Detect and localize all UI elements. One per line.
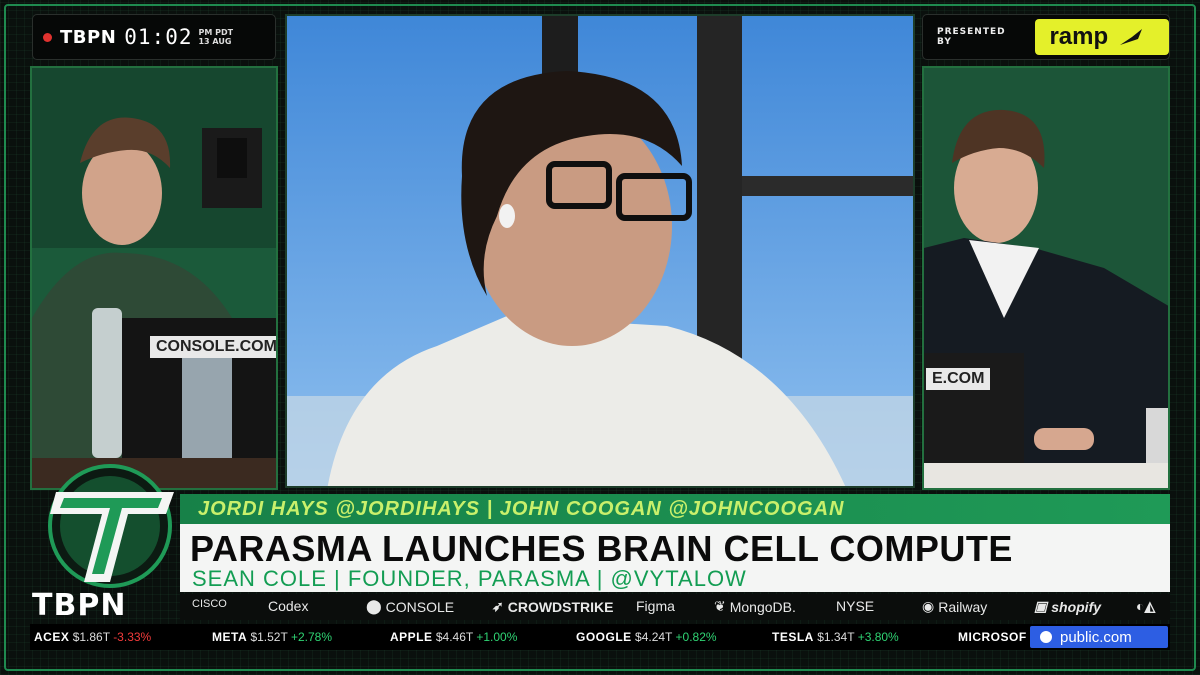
brand-small-logo: TBPN xyxy=(60,26,117,48)
sponsor-crowdstrike: ➶ CROWDSTRIKE xyxy=(492,598,614,615)
public-logo-icon xyxy=(1040,631,1052,643)
ticker-item: GOOGLE $4.24T +0.82% xyxy=(576,630,717,644)
sponsor-console: ⬤ CONSOLE xyxy=(366,598,454,615)
hosts-text: JORDI HAYS @JORDIHAYS | JOHN COOGAN @JOH… xyxy=(198,497,845,520)
console-label: CONSOLE xyxy=(385,598,455,615)
tbpn-globe-icon xyxy=(48,464,174,588)
host-right-video xyxy=(924,68,1168,488)
crowdstrike-label: CROWDSTRIKE xyxy=(507,598,614,615)
ticker-item: TESLA $1.34T +3.80% xyxy=(772,630,899,644)
sponsor-figma: Figma xyxy=(636,598,675,614)
sponsor-mongodb: ❦ MongoDB. xyxy=(714,598,796,615)
presented-by-label: PRESENTED BY xyxy=(937,27,1006,47)
clock-date: 13 AUG xyxy=(198,37,232,46)
host-left-video xyxy=(32,68,276,488)
headline-box: PARASMA LAUNCHES BRAIN CELL COMPUTE SEAN… xyxy=(180,524,1170,592)
sponsor-railway: ◉ Railway xyxy=(922,598,987,615)
public-sponsor-pill: public.com xyxy=(1030,626,1168,648)
presented-by-box: PRESENTED BY ramp xyxy=(922,14,1170,60)
live-dot-icon xyxy=(43,32,52,42)
guest-video xyxy=(287,16,913,486)
public-label: public.com xyxy=(1060,628,1132,646)
live-clock-box: TBPN 01:02 PM PDT 13 AUG xyxy=(32,14,276,60)
railway-label: Railway xyxy=(938,598,988,615)
ticker-item: ACEX $1.86T -3.33% xyxy=(34,630,152,644)
hosts-bar: JORDI HAYS @JORDIHAYS | JOHN COOGAN @JOH… xyxy=(180,494,1170,524)
ticker-item: META $1.52T +2.78% xyxy=(212,630,332,644)
ticker-item: MICROSOF xyxy=(958,630,1027,644)
sponsor-nyse: NYSE xyxy=(836,598,875,614)
stock-ticker: ACEX $1.86T -3.33% META $1.52T +2.78% AP… xyxy=(30,624,1170,650)
ramp-mark-icon xyxy=(1120,29,1143,45)
ramp-wordmark: ramp xyxy=(1049,23,1109,50)
clock-period: PM PDT xyxy=(198,28,234,37)
tbpn-wordmark: TBPN xyxy=(32,588,127,623)
sponsor-strip: CISCO Codex ⬤ CONSOLE ➶ CROWDSTRIKE Figm… xyxy=(180,594,1170,620)
laptop-sticker-left: CONSOLE.COM xyxy=(150,336,276,358)
clock-time: 01:02 xyxy=(124,25,193,49)
mongodb-leaf-icon: ❦ xyxy=(714,598,726,614)
crowdstrike-icon: ➶ xyxy=(492,598,504,614)
shopify-bag-icon: ▣ xyxy=(1034,598,1048,614)
sponsor-cisco: CISCO xyxy=(192,598,227,610)
guest-credit: SEAN COLE | FOUNDER, PARASMA | @VYTALOW xyxy=(192,566,747,591)
ticker-item: APPLE $4.46T +1.00% xyxy=(390,630,518,644)
mongodb-label: MongoDB. xyxy=(729,598,796,615)
sponsor-codex: Codex xyxy=(268,598,309,614)
sponsor-shopify: ▣ shopify xyxy=(1034,598,1101,615)
shopify-label: shopify xyxy=(1051,598,1102,615)
railway-icon: ◉ xyxy=(922,598,935,614)
clock-meta: PM PDT 13 AUG xyxy=(198,28,233,46)
console-icon: ⬤ xyxy=(366,598,382,614)
headline: PARASMA LAUNCHES BRAIN CELL COMPUTE xyxy=(190,528,1013,569)
ramp-sponsor-logo: ramp xyxy=(1035,19,1169,55)
video-panel-left-host: CONSOLE.COM xyxy=(30,66,278,490)
sponsor-extra-icon: ◐◭ xyxy=(1136,598,1156,614)
video-panel-guest xyxy=(285,14,915,488)
tbpn-globe-logo xyxy=(34,462,184,590)
laptop-sticker-right: E.COM xyxy=(926,368,991,390)
video-panel-right-host: E.COM xyxy=(922,66,1170,490)
